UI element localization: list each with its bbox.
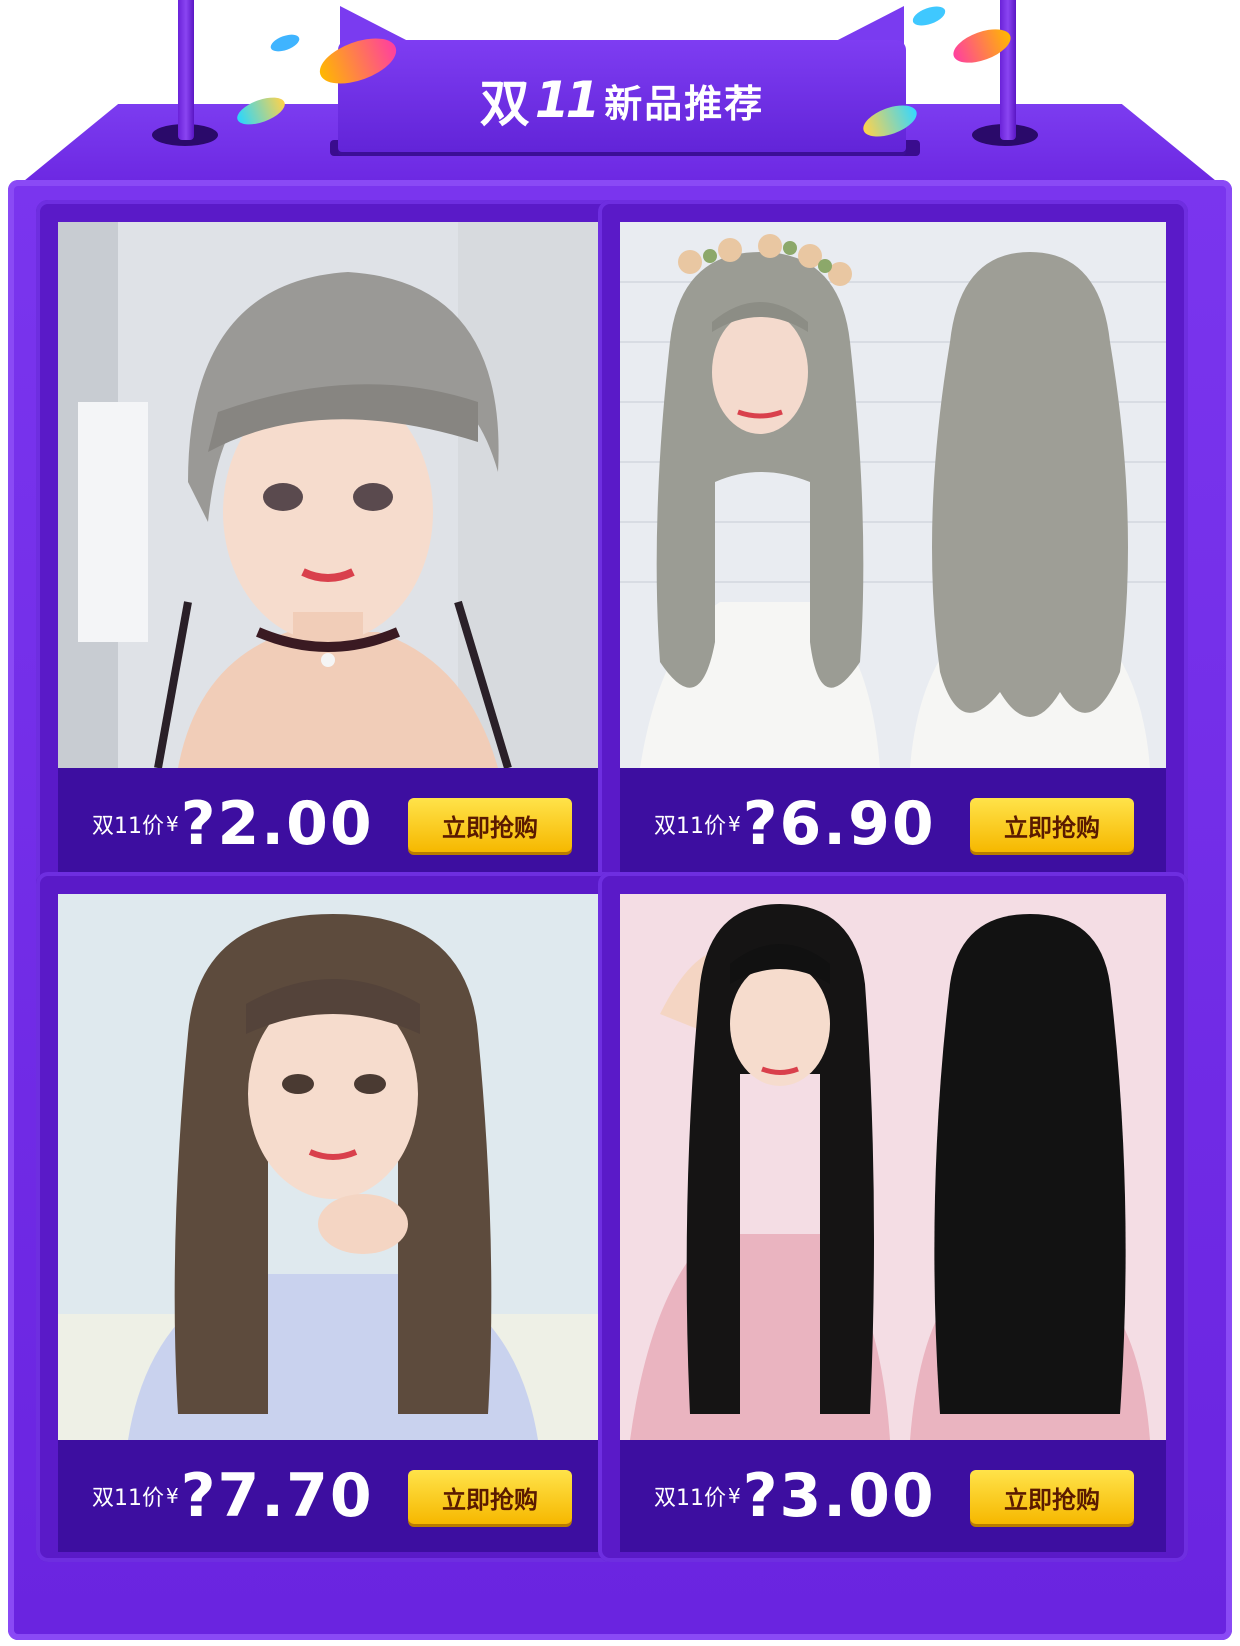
title-eleven: 11 (534, 71, 601, 129)
long-black-straight-wig-photo-icon (620, 894, 1166, 1440)
product-card[interactable]: 双11价 ¥ ?2.00 立即抢购 (36, 200, 626, 890)
confetti-icon (268, 31, 302, 55)
product-image[interactable] (620, 222, 1166, 768)
buy-now-button[interactable]: 立即抢购 (970, 798, 1134, 852)
price-bar: 双11价 ¥ ?3.00 立即抢购 (620, 1440, 1166, 1552)
buy-now-button[interactable]: 立即抢购 (408, 1470, 572, 1524)
price-label: 双11价 (654, 814, 726, 839)
title-new-products: 新品推荐 (604, 81, 765, 126)
price-label: 双11价 (92, 1486, 164, 1511)
title-double: 双 (479, 75, 531, 133)
product-card[interactable]: 双11价 ¥ ?3.00 立即抢购 (598, 872, 1188, 1562)
promo-page: 双 11 新品推荐 双11价 ¥ ?2.00 立即抢购 双11价 ¥ ?6.90… (0, 0, 1240, 1646)
product-card[interactable]: 双11价 ¥ ?6.90 立即抢购 (598, 200, 1188, 890)
price-currency: ¥ (728, 812, 741, 836)
price-bar: 双11价 ¥ ?6.90 立即抢购 (620, 768, 1166, 880)
long-wavy-ash-wig-photo-icon (620, 222, 1166, 768)
product-image[interactable] (620, 894, 1166, 1440)
price-bar: 双11价 ¥ ?7.70 立即抢购 (58, 1440, 604, 1552)
price-currency: ¥ (166, 1484, 179, 1508)
product-image[interactable] (58, 894, 604, 1440)
product-image[interactable] (58, 222, 604, 768)
price-value: ?7.70 (180, 1461, 374, 1531)
price-value: ?6.90 (742, 789, 936, 859)
hanging-pole-left (178, 0, 194, 140)
long-brown-straight-wig-photo-icon (58, 894, 604, 1440)
price-value: ?3.00 (742, 1461, 936, 1531)
product-card[interactable]: 双11价 ¥ ?7.70 立即抢购 (36, 872, 626, 1562)
price-currency: ¥ (728, 1484, 741, 1508)
price-value: ?2.00 (180, 789, 374, 859)
buy-now-button[interactable]: 立即抢购 (408, 798, 572, 852)
short-ash-wig-photo-icon (58, 222, 604, 768)
price-label: 双11价 (92, 814, 164, 839)
price-label: 双11价 (654, 1486, 726, 1511)
buy-now-button[interactable]: 立即抢购 (970, 1470, 1134, 1524)
section-title: 双 11 新品推荐 (338, 60, 906, 140)
hanging-pole-right (1000, 0, 1016, 140)
price-bar: 双11价 ¥ ?2.00 立即抢购 (58, 768, 604, 880)
confetti-icon (910, 2, 948, 30)
price-currency: ¥ (166, 812, 179, 836)
